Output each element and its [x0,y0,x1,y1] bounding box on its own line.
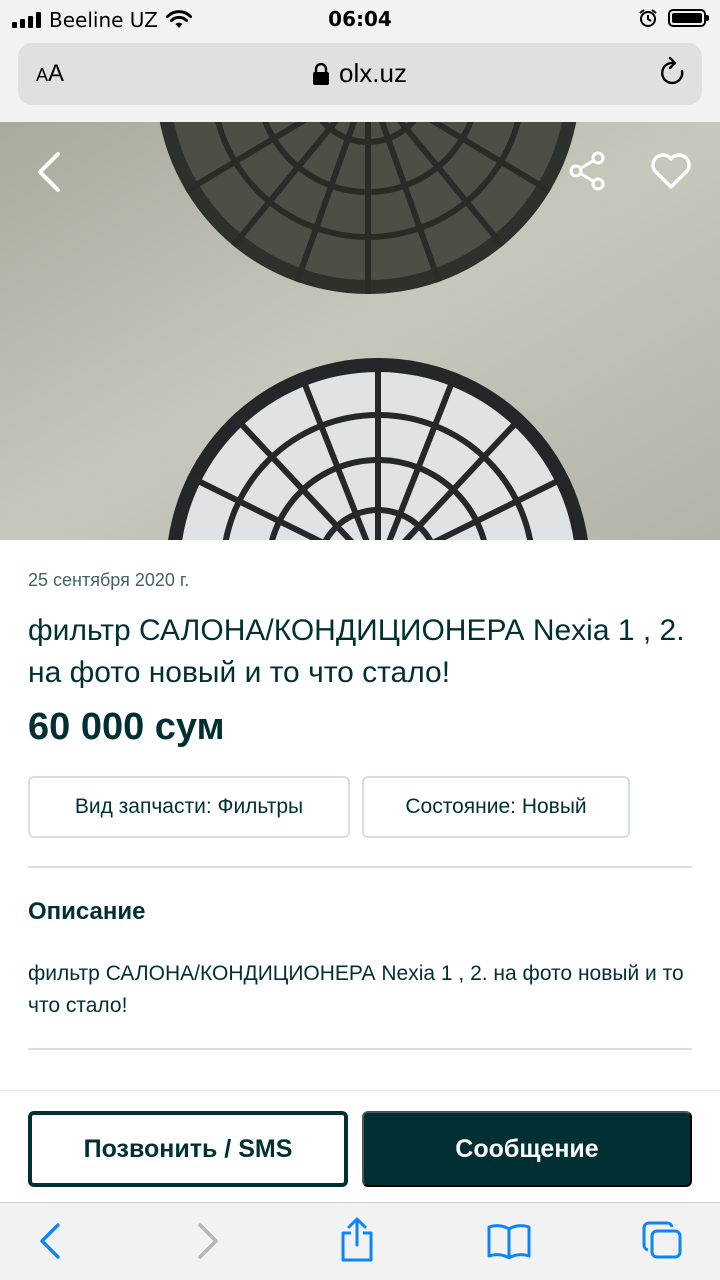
call-sms-button[interactable]: Позвонить / SMS [28,1111,348,1187]
product-photo[interactable] [0,122,720,540]
back-chevron-icon[interactable] [34,150,64,194]
reload-icon[interactable] [658,57,688,89]
divider [28,866,692,868]
heart-icon[interactable] [650,152,692,190]
domain-text: olx.uz [339,58,407,88]
description-text: фильтр САЛОНА/КОНДИЦИОНЕРА Nexia 1 , 2. … [28,962,684,1017]
listing-date: 25 сентября 2020 г. [28,570,190,590]
listing-price: 60 000 сум [28,706,225,748]
clock: 06:04 [328,7,392,31]
param-chip-part-type: Вид запчасти: Фильтры [28,776,350,838]
tabs-icon[interactable] [640,1221,684,1261]
status-right [638,8,709,28]
battery-icon [668,9,709,27]
description-heading: Описание [28,898,146,925]
browser-toolbar [0,1202,720,1280]
photo-image [0,122,720,540]
bookmarks-icon[interactable] [486,1223,532,1259]
status-bar: Beeline UZ 06:04 [0,0,720,40]
back-arrow-icon[interactable] [38,1221,64,1261]
alarm-icon [639,9,657,27]
forward-arrow-icon[interactable] [194,1221,220,1261]
address-bar[interactable]: AA olx.uz [18,43,702,105]
url-display[interactable]: olx.uz [18,58,702,89]
contact-action-bar: Позвонить / SMS Сообщение [0,1090,720,1202]
share-up-icon[interactable] [338,1217,376,1263]
message-button[interactable]: Сообщение [362,1111,692,1187]
share-icon[interactable] [568,150,608,192]
listing-title: фильтр САЛОНА/КОНДИЦИОНЕРА Nexia 1 , 2. … [28,614,685,689]
browser-address-area: AA olx.uz [0,40,720,122]
lock-icon [313,62,330,85]
param-chip-condition: Состояние: Новый [362,776,630,838]
divider [28,1048,692,1050]
